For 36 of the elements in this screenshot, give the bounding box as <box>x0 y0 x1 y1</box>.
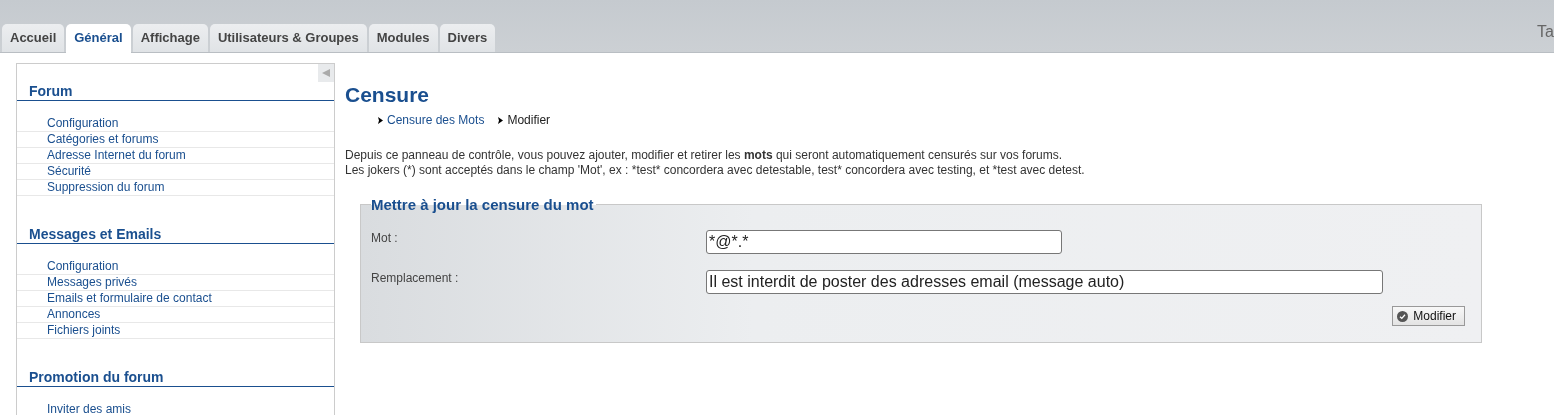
sidebar-link[interactable]: Suppression du forum <box>17 180 334 196</box>
sidebar-link[interactable]: Emails et formulaire de contact <box>17 291 334 307</box>
nav-tab[interactable]: Général <box>66 24 131 53</box>
nav-tab[interactable]: Accueil <box>2 24 65 52</box>
nav-tab[interactable]: Modules <box>368 24 438 52</box>
check-circle-icon <box>1397 310 1409 322</box>
triangle-left-icon <box>321 68 331 78</box>
field-label: Mot : <box>371 230 399 247</box>
sidebar-link[interactable]: Configuration <box>17 259 334 275</box>
sidebar-link[interactable]: Sécurité <box>17 164 334 180</box>
sidebar-link[interactable]: Catégories et forums <box>17 132 334 148</box>
chevron-icon <box>498 116 504 124</box>
field-label: Remplacement : <box>371 270 460 287</box>
sidebar-link[interactable]: Inviter des amis <box>17 402 334 416</box>
page-title: Censure <box>345 83 431 107</box>
sidebar-link[interactable]: Fichiers joints <box>17 323 334 339</box>
chevron-icon <box>378 116 383 124</box>
nav-tab[interactable]: Affichage <box>132 24 208 52</box>
collapse-button[interactable] <box>318 64 334 82</box>
input-field[interactable]: *@*.* <box>706 230 1062 254</box>
sidebar-heading: Messages et Emails <box>17 207 334 244</box>
input-field[interactable]: Il est interdit de poster des adresses email (message auto) <box>706 270 1383 294</box>
description-text: Depuis ce panneau de contrôle, vous pouvez ajouter, modifier et retirer les mots qui seront automatiquement censurés sur vos forums. <box>345 148 1064 163</box>
header-text: Ta <box>1537 23 1554 41</box>
submit-button[interactable]: Modifier <box>1392 306 1465 326</box>
description-text: Les jokers (*) sont acceptés dans le champ 'Mot', ex : *test* concordera avec detestable, test* concordera avec testing, et *test avec detest. <box>345 163 1086 178</box>
breadcrumb-current: Modifier <box>498 113 551 127</box>
sidebar-link[interactable]: Adresse Internet du forum <box>17 148 334 164</box>
sidebar-heading: Promotion du forum <box>17 350 334 387</box>
nav-tab[interactable]: Divers <box>439 24 496 52</box>
sidebar-link[interactable]: Annonces <box>17 307 334 323</box>
breadcrumb-link[interactable]: Censure des Mots <box>378 113 485 127</box>
form-legend: Mettre à jour la censure du mot <box>371 196 596 213</box>
sidebar-link[interactable]: Messages privés <box>17 275 334 291</box>
sidebar-link[interactable]: Configuration <box>17 116 334 132</box>
nav-tab[interactable]: Utilisateurs & Groupes <box>209 24 367 52</box>
